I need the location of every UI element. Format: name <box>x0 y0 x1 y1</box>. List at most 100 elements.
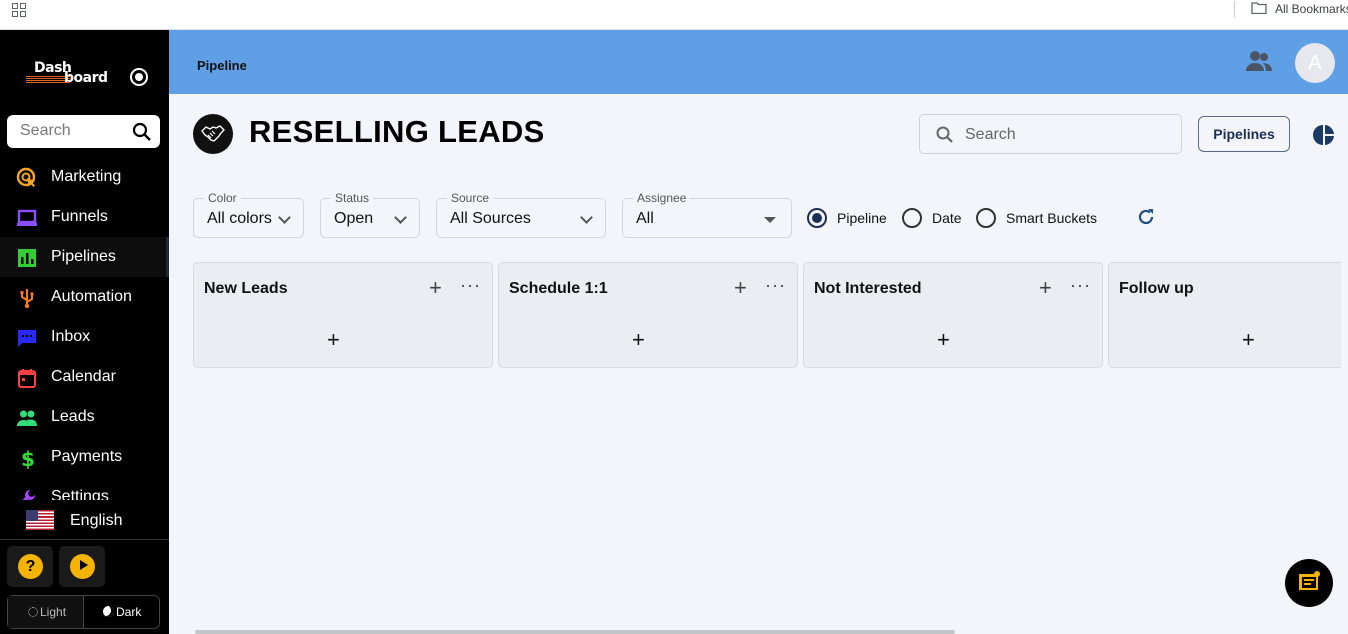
status-filter-value: Open <box>334 210 374 227</box>
search-icon[interactable] <box>132 122 152 142</box>
stage-column: New Leads + ··· + <box>193 262 493 368</box>
us-flag-icon <box>26 510 54 530</box>
refresh-icon[interactable] <box>1136 207 1156 227</box>
chevron-down-icon <box>278 211 291 224</box>
dark-theme-button[interactable]: Dark <box>84 596 160 628</box>
add-card-icon[interactable]: + <box>937 329 950 351</box>
assignee-filter-label: Assignee <box>633 191 691 205</box>
cursor-click-icon <box>16 167 36 187</box>
help-button[interactable]: ? <box>7 546 53 587</box>
date-view-radio[interactable] <box>902 208 922 228</box>
add-stage-item-icon[interactable]: + <box>734 277 747 299</box>
sidebar-item-leads[interactable]: Leads <box>0 397 169 437</box>
stage-column: Schedule 1:1 + ··· + <box>498 262 798 368</box>
assignee-filter[interactable]: Assignee All <box>622 191 792 238</box>
sidebar-item-label: Calendar <box>51 368 116 385</box>
sidebar-item-label: Inbox <box>51 328 91 345</box>
more-options-icon[interactable]: ··· <box>765 275 786 296</box>
add-stage-item-icon[interactable]: + <box>1039 277 1052 299</box>
people-icon <box>17 410 37 426</box>
logo-text-bottom: board <box>64 70 108 86</box>
sidebar-item-label: Payments <box>51 448 123 465</box>
stage-title: New Leads <box>204 280 288 297</box>
sidebar-item-marketing[interactable]: Marketing <box>0 157 169 197</box>
handshake-icon <box>193 114 233 154</box>
source-filter-label: Source <box>447 191 494 205</box>
folder-icon <box>1251 2 1267 14</box>
sidebar-item-label: Marketing <box>51 168 122 185</box>
color-filter[interactable]: Color All colors <box>193 191 304 238</box>
sidebar-item-funnels[interactable]: Funnels <box>0 197 169 237</box>
date-view-label[interactable]: Date <box>932 210 962 226</box>
sidebar-search-input[interactable]: Search <box>7 115 160 148</box>
calendar-icon <box>18 369 36 388</box>
smart-buckets-view-radio[interactable] <box>976 208 996 228</box>
sidebar-item-payments[interactable]: $ Payments <box>0 437 169 477</box>
tutorial-play-button[interactable] <box>59 546 105 587</box>
bookmarks-separator <box>1234 1 1235 17</box>
language-label: English <box>70 512 123 529</box>
smart-buckets-view-label[interactable]: Smart Buckets <box>1006 210 1097 226</box>
sidebar-nav: Marketing Funnels Pipelines Automation I… <box>0 157 169 500</box>
question-icon: ? <box>18 554 43 579</box>
breadcrumb-title: Pipeline <box>197 58 247 73</box>
all-bookmarks-link[interactable]: All Bookmarks <box>1275 2 1348 16</box>
user-avatar[interactable]: A <box>1295 43 1335 83</box>
horizontal-scrollbar[interactable] <box>195 630 955 634</box>
stage-title: Follow up <box>1119 280 1194 297</box>
sidebar-item-label: Pipelines <box>51 248 116 265</box>
color-filter-value: All colors <box>207 210 272 227</box>
pipeline-view-label[interactable]: Pipeline <box>837 210 887 226</box>
play-icon <box>70 554 95 579</box>
sidebar-item-automation[interactable]: Automation <box>0 277 169 317</box>
chat-bubble-icon <box>18 330 36 347</box>
stage-column: Follow up + <box>1108 262 1341 368</box>
more-options-icon[interactable]: ··· <box>1070 275 1091 296</box>
add-card-icon[interactable]: + <box>1242 329 1255 351</box>
pipeline-board: New Leads + ··· + Schedule 1:1 + ··· + N… <box>193 262 1341 368</box>
record-toggle-icon[interactable] <box>130 68 148 86</box>
bar-chart-icon <box>18 249 36 267</box>
language-selector[interactable]: English <box>0 504 169 540</box>
search-input[interactable]: Search <box>919 114 1182 154</box>
sidebar-item-settings[interactable]: Settings <box>0 477 169 500</box>
apps-grid-icon[interactable] <box>12 3 26 17</box>
sidebar-item-pipelines[interactable]: Pipelines <box>0 237 169 277</box>
sidebar-item-calendar[interactable]: Calendar <box>0 357 169 397</box>
sun-icon <box>28 607 38 617</box>
chat-button[interactable] <box>1285 559 1333 607</box>
sidebar-item-inbox[interactable]: Inbox <box>0 317 169 357</box>
chat-icon <box>1299 571 1320 591</box>
top-bar: Pipeline A <box>169 30 1348 94</box>
status-filter[interactable]: Status Open <box>320 191 420 238</box>
more-options-icon[interactable]: ··· <box>460 275 481 296</box>
logo[interactable]: Dash board <box>26 60 112 88</box>
source-filter-value: All Sources <box>450 210 531 227</box>
add-card-icon[interactable]: + <box>632 329 645 351</box>
sidebar-item-label: Funnels <box>51 208 108 225</box>
stage-title: Not Interested <box>814 280 922 297</box>
usb-icon <box>20 289 34 309</box>
sidebar-item-label: Automation <box>51 288 132 305</box>
chevron-down-icon <box>394 211 407 224</box>
search-placeholder: Search <box>965 126 1016 143</box>
dark-theme-label: Dark <box>116 605 142 619</box>
source-filter[interactable]: Source All Sources <box>436 191 606 238</box>
sidebar-item-label: Settings <box>51 488 109 500</box>
page-title: RESELLING LEADS <box>249 114 545 149</box>
svg-text:$: $ <box>21 447 35 469</box>
search-icon <box>936 126 953 143</box>
laptop-icon <box>17 209 37 226</box>
add-card-icon[interactable]: + <box>327 329 340 351</box>
team-icon[interactable] <box>1245 49 1273 73</box>
caret-down-icon <box>764 217 776 223</box>
stage-title: Schedule 1:1 <box>509 280 608 297</box>
dollar-icon: $ <box>21 447 35 469</box>
pipeline-view-radio[interactable] <box>807 208 827 228</box>
pipelines-button[interactable]: Pipelines <box>1198 116 1290 152</box>
pie-chart-icon[interactable] <box>1313 124 1335 146</box>
sidebar-item-label: Leads <box>51 408 95 425</box>
add-stage-item-icon[interactable]: + <box>429 277 442 299</box>
color-filter-label: Color <box>204 191 241 205</box>
light-theme-button[interactable]: Light <box>8 596 84 628</box>
